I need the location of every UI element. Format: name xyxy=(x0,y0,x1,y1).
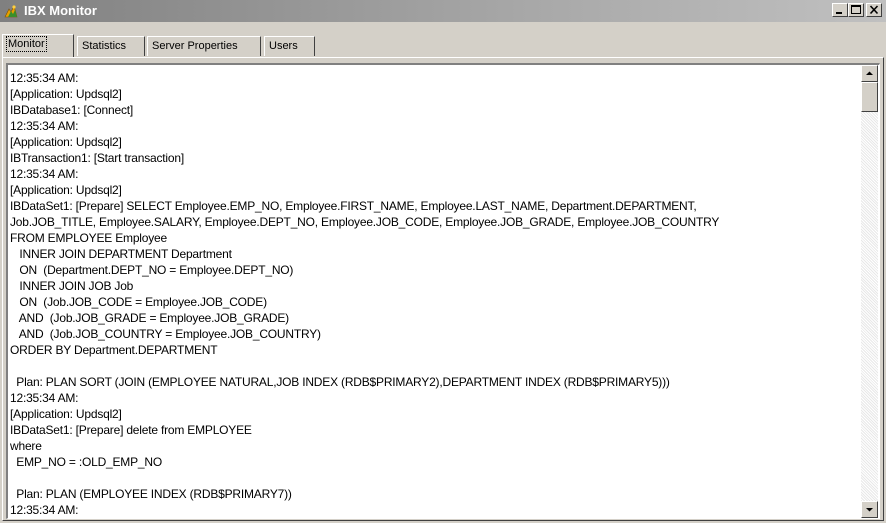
maximize-icon xyxy=(851,5,861,14)
log-text[interactable]: 12:35:34 AM: [Application: Updsql2] IBData… xyxy=(10,70,860,518)
title-bar[interactable]: IBX Monitor xyxy=(0,0,886,22)
log-line: ON (Department.DEPT_NO = Employee.DEPT_N… xyxy=(10,263,294,277)
log-line: ORDER BY Department.DEPARTMENT xyxy=(10,343,218,357)
minimize-icon xyxy=(836,12,842,14)
log-line: [Application: Updsql2] xyxy=(10,183,122,197)
log-line: 12:35:34 AM: xyxy=(10,71,79,85)
close-button[interactable] xyxy=(866,3,882,17)
tab-server-properties[interactable]: Server Properties xyxy=(147,36,261,56)
log-line: INNER JOIN JOB Job xyxy=(10,279,134,293)
log-line: where xyxy=(10,439,42,453)
log-line: 12:35:34 AM: xyxy=(10,119,79,133)
tab-label: Users xyxy=(269,40,298,52)
log-line: Plan: PLAN SORT (JOIN (EMPLOYEE NATURAL,… xyxy=(10,375,670,389)
close-icon xyxy=(869,5,879,15)
log-line: IBTransaction1: [Start transaction] xyxy=(10,151,184,165)
log-memo[interactable]: 12:35:34 AM: [Application: Updsql2] IBData… xyxy=(6,63,880,519)
log-line: EMP_NO = :OLD_EMP_NO xyxy=(10,455,162,469)
log-line: INNER JOIN DEPARTMENT Department xyxy=(10,247,232,261)
tab-strip: Monitor Statistics Server Properties Use… xyxy=(0,22,886,62)
scroll-down-button[interactable] xyxy=(861,501,878,518)
log-line: [Application: Updsql2] xyxy=(10,87,122,101)
log-line: Job.JOB_TITLE, Employee.SALARY, Employee… xyxy=(10,215,720,229)
tab-users[interactable]: Users xyxy=(264,36,315,56)
ibx-monitor-window: IBX Monitor Monitor Statistics Server Pr… xyxy=(0,0,886,523)
tab-label: Server Properties xyxy=(152,40,238,52)
log-line: IBDatabase1: [Connect] xyxy=(10,103,134,117)
log-line: [Application: Updsql2] xyxy=(10,135,122,149)
log-line: FROM EMPLOYEE Employee xyxy=(10,231,167,245)
log-line: 12:35:34 AM: xyxy=(10,167,79,181)
log-line: IBDataSet1: [Prepare] SELECT Employee.EM… xyxy=(10,199,697,213)
log-line: IBDataSet1: [Prepare] delete from EMPLOY… xyxy=(10,423,252,437)
log-line: AND (Job.JOB_COUNTRY = Employee.JOB_COUN… xyxy=(10,327,321,341)
scroll-up-arrow-icon xyxy=(866,71,873,75)
tab-monitor[interactable]: Monitor xyxy=(2,34,74,58)
scroll-up-button[interactable] xyxy=(861,65,878,82)
log-line: 12:35:34 AM: xyxy=(10,391,79,405)
log-line: AND (Job.JOB_GRADE = Employee.JOB_GRADE) xyxy=(10,311,289,325)
vertical-scrollbar[interactable] xyxy=(861,65,878,518)
monitor-tab-panel: 12:35:34 AM: [Application: Updsql2] IBData… xyxy=(2,57,884,521)
tab-label: Statistics xyxy=(82,40,127,52)
maximize-button[interactable] xyxy=(848,3,864,17)
log-line: 12:35:34 AM: xyxy=(10,503,79,517)
ibx-app-icon[interactable] xyxy=(3,3,19,19)
scroll-thumb[interactable] xyxy=(861,82,878,112)
tab-statistics[interactable]: Statistics xyxy=(77,36,145,56)
log-line: ON (Job.JOB_CODE = Employee.JOB_CODE) xyxy=(10,295,267,309)
log-line: Plan: PLAN (EMPLOYEE INDEX (RDB$PRIMARY7… xyxy=(10,487,292,501)
log-line: [Application: Updsql2] xyxy=(10,407,122,421)
tab-label: Monitor xyxy=(6,36,47,52)
minimize-button[interactable] xyxy=(832,3,848,17)
window-title: IBX Monitor xyxy=(24,3,97,18)
scroll-down-arrow-icon xyxy=(866,508,873,512)
